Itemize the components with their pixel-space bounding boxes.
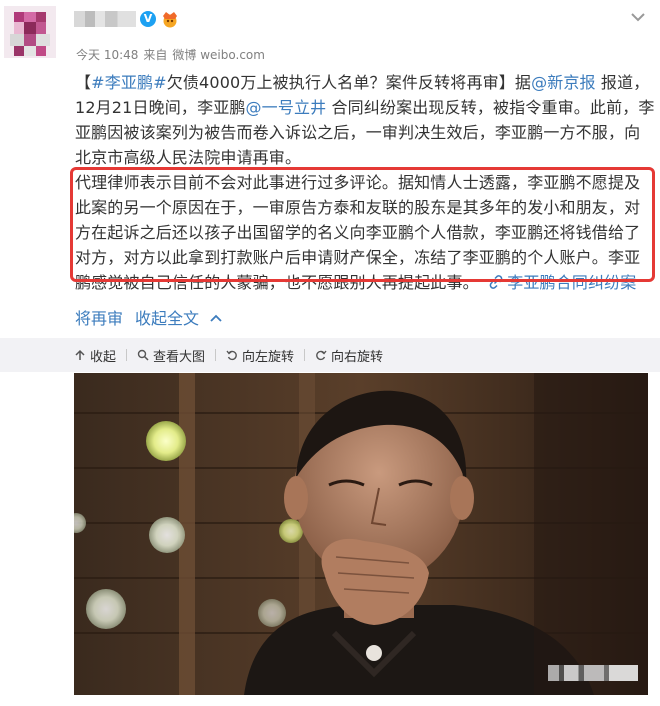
headline: 欠债4000万上被执行人名单？案件反转将再审 [166,73,499,92]
text-line-4: 北京市高级人民法院申请再审。 [75,148,302,167]
watermark [548,665,638,681]
mention-link-yihaolijing[interactable]: @一号立井 [246,98,327,117]
toolbar-divider [215,349,217,361]
post-source[interactable]: 微博 weibo.com [172,48,265,62]
text-line-1: 【#李亚鹏#欠债4000万上被执行人名单？案件反转将再审】据@新京报 报道， [75,70,650,95]
view-large-button[interactable]: 查看大图 [137,346,205,365]
line1-tail: 报道， [595,73,650,92]
rotate-right-icon [316,350,327,361]
collapse-label: 收起 [90,349,117,365]
line2-head: 12月21日晚间，李亚鹏 [75,98,246,117]
verified-badge: V [140,11,156,27]
topic-link-label: 李亚鹏合同纠纷案 [507,273,637,292]
toolbar-divider [304,349,306,361]
line9-text: 鹏感觉被自己信任的人蒙骗，也不愿跟别人再提起此事。 [75,273,479,292]
hashtag-link[interactable]: #李亚鹏# [91,73,167,92]
mention-link-xinjingbao[interactable]: @新京报 [531,73,596,92]
bracket-close: 】 [498,73,515,92]
view-large-label: 查看大图 [153,349,206,365]
collapse-label: 收起全文 [135,309,200,328]
text-line-8: 对方，对方以此拿到打款账户后申请财产保全，冻结了李亚鹏的个人账户。李亚 [75,248,641,267]
avatar[interactable] [4,6,56,58]
chevron-up-icon [210,314,222,322]
text-line-3: 亚鹏因被该案列为被告而卷入诉讼之后，一审判决生效后，李亚鹏一方不服，向 [75,123,641,142]
image-toolbar: 收起 查看大图 向左旋转 向右旋转 [0,338,660,372]
post-time[interactable]: 今天 10:48 [76,48,138,62]
topic-link[interactable]: 李亚鹏合同纠纷案 [489,273,636,292]
source-prefix: 来自 [143,48,168,62]
line2-tail: 合同纠纷案出现反转，被指令重审。此前，李 [326,98,655,117]
author-row: V [74,10,180,28]
rotate-right-label: 向右旋转 [331,349,384,365]
rotate-left-label: 向左旋转 [242,349,295,365]
text-line-6: 此案的另一个原因在于，一审原告方泰和友联的股东是其多年的发小和朋友，对 [75,198,641,217]
toolbar-divider [126,349,128,361]
collapse-row: 将再审 收起全文 [75,305,222,329]
via-text: 据 [514,73,532,92]
rotate-left-icon [226,350,237,361]
collapse-icon [75,349,85,360]
text-line-9: 鹏感觉被自己信任的人蒙骗，也不愿跟别人再提起此事。 李亚鹏合同纠纷案 [75,270,647,295]
collapse-image-button[interactable]: 收起 [74,346,116,365]
chevron-down-icon[interactable] [628,10,648,26]
post-meta: 今天 10:48 来自 微博 weibo.com [76,46,270,63]
text-line-5: 代理律师表示目前不会对此事进行过多评论。据知情人士透露，李亚鹏不愿提及 [75,173,641,192]
photo-illustration [74,373,648,695]
bracket-open: 【 [75,73,92,92]
text-line-7: 方在起诉之后还以孩子出国留学的名义向李亚鹏个人借款，李亚鹏还将钱借给了 [75,223,641,242]
magnifier-icon [137,349,149,361]
author-name[interactable] [74,11,136,27]
post-image[interactable] [74,373,648,695]
post-text: 【#李亚鹏#欠债4000万上被执行人名单？案件反转将再审】据@新京报 报道， 1… [75,70,654,295]
link-icon [489,275,503,289]
rotate-right-button[interactable]: 向右旋转 [315,346,383,365]
topic-link-continuation[interactable]: 将再审 [75,305,123,329]
collapse-full-text-button[interactable]: 收起全文 [135,305,222,329]
vip-crown-icon [160,10,180,28]
rotate-left-button[interactable]: 向左旋转 [226,346,294,365]
text-line-2: 12月21日晚间，李亚鹏@一号立井 合同纠纷案出现反转，被指令重审。此前，李 [75,95,654,120]
